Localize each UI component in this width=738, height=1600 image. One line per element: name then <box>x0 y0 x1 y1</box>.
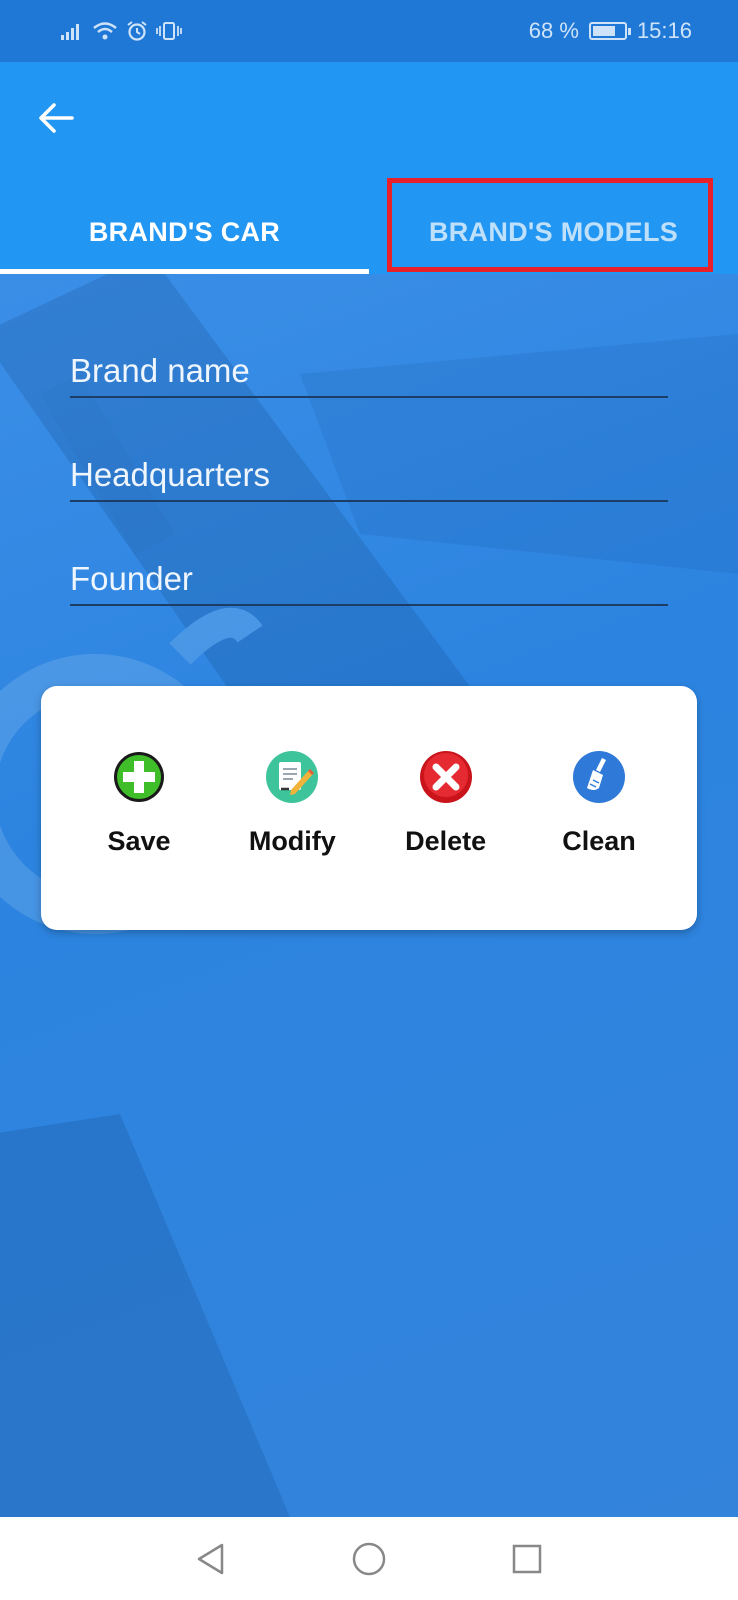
clean-label: Clean <box>562 826 636 856</box>
square-recents-icon <box>512 1544 542 1573</box>
wifi-icon <box>93 22 117 40</box>
save-label: Save <box>107 826 171 856</box>
delete-button[interactable]: Delete <box>376 750 516 930</box>
back-button[interactable] <box>30 92 82 144</box>
founder-field[interactable] <box>70 546 668 606</box>
tab-bar: BRAND'S CAR BRAND'S MODELS <box>0 190 738 274</box>
nav-home-button[interactable] <box>349 1539 389 1579</box>
nav-back-button[interactable] <box>191 1539 231 1579</box>
founder-input[interactable] <box>70 546 668 604</box>
app-bar: BRAND'S CAR BRAND'S MODELS <box>0 62 738 274</box>
content-area: Save Modify Delete <box>0 274 738 1517</box>
battery-icon <box>588 22 631 40</box>
headquarters-field[interactable] <box>70 442 668 502</box>
plus-circle-icon <box>114 752 164 802</box>
clock: 15:16 <box>636 18 692 43</box>
tab-brands-models[interactable]: BRAND'S MODELS <box>369 190 738 274</box>
tab-brands-car[interactable]: BRAND'S CAR <box>0 190 369 274</box>
system-nav-bar <box>0 1517 738 1600</box>
status-bar: 68 % 15:16 <box>0 0 738 62</box>
save-button[interactable]: Save <box>69 750 209 930</box>
alarm-icon <box>127 21 147 41</box>
triangle-back-icon <box>197 1543 224 1574</box>
battery-percent: 68 % <box>528 18 579 43</box>
arrow-left-icon <box>39 103 74 133</box>
status-icons-right: 68 % 15:16 <box>529 18 692 44</box>
status-icons-left <box>60 20 182 42</box>
brand-name-field[interactable] <box>70 338 668 398</box>
tab-brands-models-label: BRAND'S MODELS <box>428 216 679 247</box>
x-circle-icon <box>419 751 472 803</box>
nav-recents-button[interactable] <box>507 1539 547 1579</box>
clean-button[interactable]: Clean <box>529 750 669 930</box>
broom-icon <box>572 751 625 803</box>
edit-document-icon <box>266 751 319 803</box>
tab-brands-car-label: BRAND'S CAR <box>88 216 281 247</box>
vibrate-icon <box>156 22 182 40</box>
headquarters-input[interactable] <box>70 442 668 500</box>
modify-label: Modify <box>248 826 336 856</box>
brand-name-input[interactable] <box>70 338 668 396</box>
circle-home-icon <box>352 1542 386 1575</box>
delete-label: Delete <box>405 826 487 856</box>
signal-icon <box>61 24 79 40</box>
modify-button[interactable]: Modify <box>222 750 362 930</box>
actions-card: Save Modify Delete Clean <box>41 686 697 930</box>
